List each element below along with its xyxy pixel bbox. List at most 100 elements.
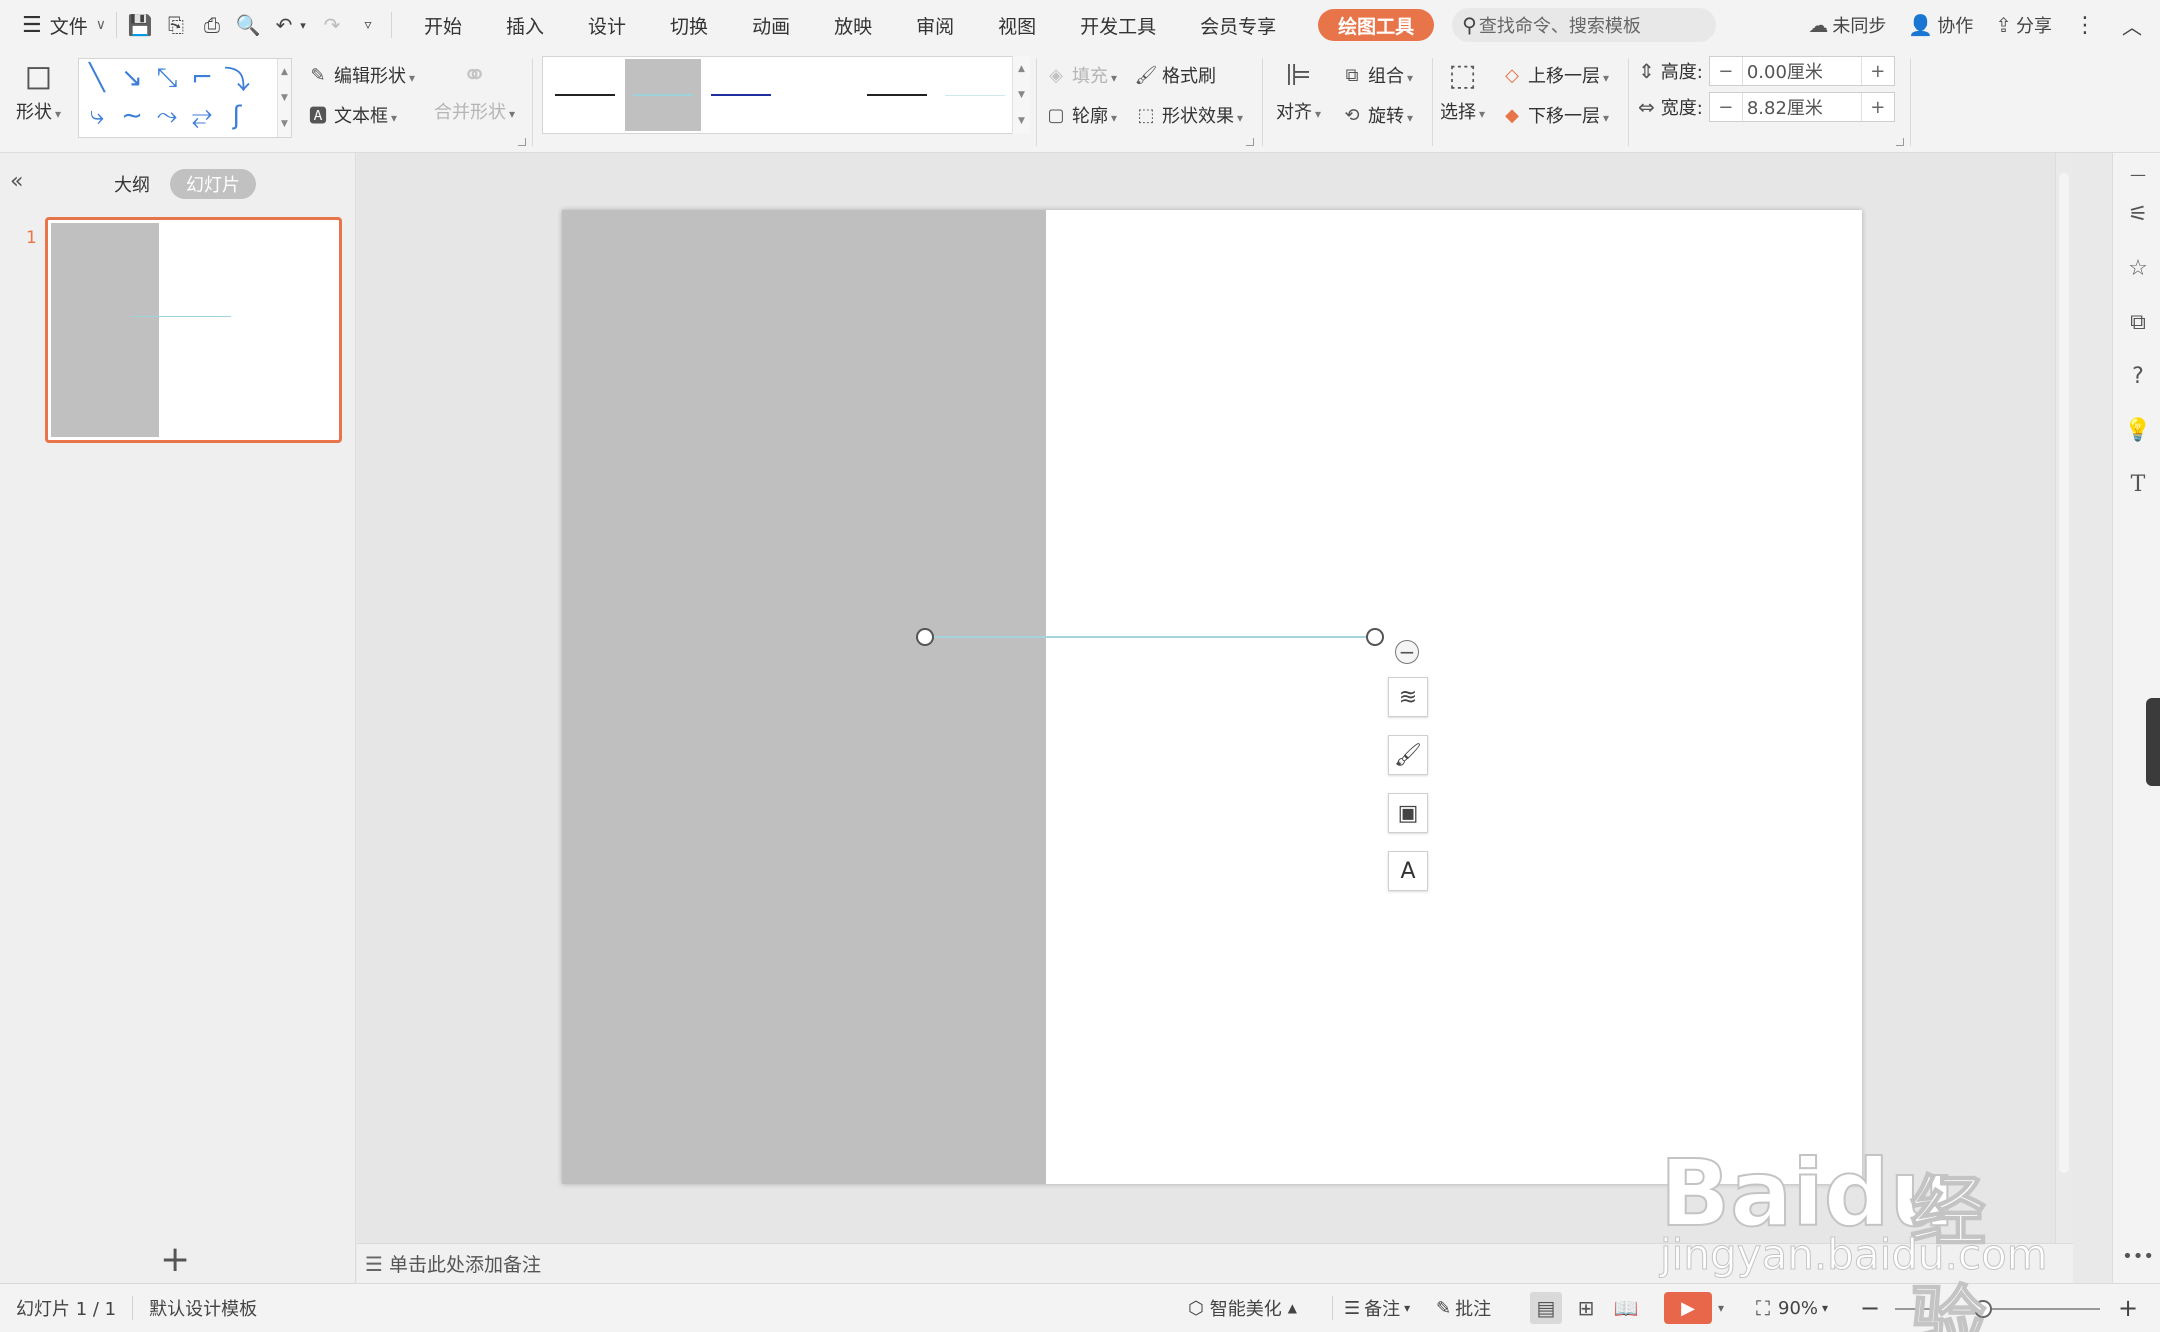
shape-button[interactable]: ◻ 形状 xyxy=(16,56,61,124)
line-style-option[interactable] xyxy=(625,59,701,131)
shapes-gallery[interactable]: ╲ ↘ ⤡ ⌐ ⤵ ⤷ ∼ ⤳ ⥂ ʃ ▲ ▼ ▼ xyxy=(78,58,292,138)
line-style-option[interactable] xyxy=(781,59,857,131)
undo-icon[interactable]: ↶ xyxy=(271,12,297,38)
text-style-icon[interactable]: A xyxy=(1388,851,1428,891)
bring-forward-button[interactable]: ◇ 上移一层 xyxy=(1500,62,1609,88)
format-brush-button[interactable]: 🖌 格式刷 xyxy=(1134,62,1216,88)
double-arrow-shape-icon[interactable]: ⤡ xyxy=(152,63,182,93)
tab-transition[interactable]: 切换 xyxy=(648,0,730,50)
width-spinner[interactable]: − 8.82厘米 + xyxy=(1708,92,1895,122)
rotate-button[interactable]: ⟲ 旋转 xyxy=(1340,102,1413,128)
properties-icon[interactable]: ⚟ xyxy=(2125,201,2151,227)
curved-connector-icon[interactable]: ∼ xyxy=(117,101,147,131)
group-button[interactable]: ⧉ 组合 xyxy=(1340,62,1413,88)
more-options-icon[interactable]: ••• xyxy=(2122,1243,2154,1269)
curved-arrow-connector-icon[interactable]: ⤳ xyxy=(152,101,182,131)
print-preview-icon[interactable]: 🔍 xyxy=(235,12,261,38)
tab-design[interactable]: 设计 xyxy=(566,0,648,50)
print-icon[interactable]: ⎙ xyxy=(199,12,225,38)
tab-home[interactable]: 开始 xyxy=(402,0,484,50)
tab-developer[interactable]: 开发工具 xyxy=(1058,0,1178,50)
fill-button[interactable]: ◈ 填充 xyxy=(1044,62,1117,88)
notes-toggle-button[interactable]: ☰ 备注 ▾ xyxy=(1344,1295,1410,1321)
height-increase-button[interactable]: + xyxy=(1862,61,1894,82)
line-style-option[interactable] xyxy=(547,59,623,131)
scroll-down-icon[interactable]: ▼ xyxy=(281,93,288,103)
slide-sorter-icon[interactable]: ⊞ xyxy=(1570,1292,1602,1324)
tab-animation[interactable]: 动画 xyxy=(730,0,812,50)
line-style-option[interactable] xyxy=(859,59,935,131)
customize-toolbar-icon[interactable]: ▿ xyxy=(355,12,381,38)
redo-icon[interactable]: ↷ xyxy=(319,12,345,38)
tab-view[interactable]: 视图 xyxy=(976,0,1058,50)
tab-drawing-tools[interactable]: 绘图工具 xyxy=(1318,9,1435,41)
select-button[interactable]: ⬚ 选择 xyxy=(1440,56,1485,124)
expand-gallery-icon[interactable]: ▼ xyxy=(1018,116,1025,126)
width-input[interactable]: 8.82厘米 xyxy=(1741,93,1862,121)
width-decrease-button[interactable]: − xyxy=(1710,97,1742,118)
export-pdf-icon[interactable]: ⎘ xyxy=(163,12,189,38)
tab-slides[interactable]: 幻灯片 xyxy=(170,169,256,199)
save-icon[interactable]: 💾 xyxy=(127,12,153,38)
gray-rectangle[interactable] xyxy=(562,210,1046,1184)
collapse-sidebar-icon[interactable]: — xyxy=(2125,161,2151,187)
scroll-up-icon[interactable]: ▲ xyxy=(281,67,288,77)
sidebar-pull-tab[interactable] xyxy=(2146,698,2160,786)
sync-button[interactable]: ☁ 未同步 xyxy=(1808,12,1886,38)
idea-bulb-icon[interactable]: 💡 xyxy=(2124,417,2151,443)
shape-effect-button[interactable]: ⬚ 形状效果 xyxy=(1134,102,1243,128)
normal-view-icon[interactable]: ▤ xyxy=(1530,1292,1562,1324)
tab-insert[interactable]: 插入 xyxy=(484,0,566,50)
collapse-toolbar-icon[interactable]: − xyxy=(1395,640,1419,664)
collapse-ribbon-icon[interactable]: ︿ xyxy=(2122,11,2142,40)
height-spinner[interactable]: − 0.00厘米 + xyxy=(1708,56,1895,86)
elbow-double-arrow-icon[interactable]: ⤷ xyxy=(82,101,112,131)
brush-icon[interactable]: 🖌 xyxy=(1388,735,1428,775)
template-name[interactable]: 默认设计模板 xyxy=(149,1295,257,1321)
scroll-up-icon[interactable]: ▲ xyxy=(1018,64,1025,74)
search-box[interactable]: ⚲ 查找命令、搜索模板 xyxy=(1452,8,1717,42)
line-end-handle[interactable] xyxy=(1366,628,1384,646)
smart-beautify-button[interactable]: ⬡ 智能美化 ▲ xyxy=(1188,1295,1297,1321)
elbow-connector-icon[interactable]: ⌐ xyxy=(187,63,217,93)
align-button[interactable]: ⊫ 对齐 xyxy=(1276,56,1321,124)
dialog-launcher-icon[interactable] xyxy=(518,138,526,146)
zoom-out-button[interactable]: − xyxy=(1860,1294,1880,1322)
comments-button[interactable]: ✎ 批注 xyxy=(1436,1295,1491,1321)
tab-member[interactable]: 会员专享 xyxy=(1178,0,1298,50)
line-gallery-scroll[interactable]: ▲ ▼ ▼ xyxy=(1012,56,1030,134)
fit-window-button[interactable]: ⛶ 90% ▾ xyxy=(1756,1296,1828,1320)
file-menu[interactable]: ☰ 文件 ∨ xyxy=(22,0,106,50)
dialog-launcher-icon[interactable] xyxy=(1896,138,1904,146)
zoom-in-button[interactable]: + xyxy=(2118,1294,2138,1322)
tab-slideshow[interactable]: 放映 xyxy=(812,0,894,50)
height-input[interactable]: 0.00厘米 xyxy=(1741,57,1862,85)
arrow-shape-icon[interactable]: ↘ xyxy=(117,63,147,93)
outline-frame-icon[interactable]: ▣ xyxy=(1388,793,1428,833)
collaborate-button[interactable]: 👤 协作 xyxy=(1908,12,1973,38)
play-options-icon[interactable]: ▾ xyxy=(1718,1301,1724,1315)
textbox-button[interactable]: 🅰 文本框 xyxy=(306,102,397,128)
connector-line[interactable] xyxy=(925,636,1375,638)
edit-shape-button[interactable]: ✎ 编辑形状 xyxy=(306,62,415,88)
line-start-handle[interactable] xyxy=(916,628,934,646)
slide-thumbnail[interactable] xyxy=(45,217,342,443)
text-icon[interactable]: T xyxy=(2125,471,2151,497)
reading-view-icon[interactable]: 📖 xyxy=(1610,1292,1642,1324)
dialog-launcher-icon[interactable] xyxy=(1246,138,1254,146)
more-menu-icon[interactable]: ⋮ xyxy=(2074,13,2096,38)
width-increase-button[interactable]: + xyxy=(1862,97,1894,118)
elbow-arrow-connector-icon[interactable]: ⤵ xyxy=(222,63,252,96)
line-style-gallery[interactable] xyxy=(542,56,1030,134)
share-button[interactable]: ⇪ 分享 xyxy=(1995,12,2052,38)
line-shape-icon[interactable]: ╲ xyxy=(82,63,112,93)
tab-outline[interactable]: 大纲 xyxy=(98,169,166,199)
gallery-scroll[interactable]: ▲ ▼ ▼ xyxy=(277,59,291,137)
slide[interactable]: − ≋ 🖌 ▣ A xyxy=(562,210,1862,1184)
undo-dropdown-icon[interactable]: ▾ xyxy=(297,12,309,38)
scroll-down-icon[interactable]: ▼ xyxy=(1018,90,1025,100)
layers-icon[interactable]: ≋ xyxy=(1388,677,1428,717)
add-slide-icon[interactable]: + xyxy=(160,1239,190,1280)
animation-star-icon[interactable]: ☆ xyxy=(2125,255,2151,281)
tab-review[interactable]: 审阅 xyxy=(894,0,976,50)
